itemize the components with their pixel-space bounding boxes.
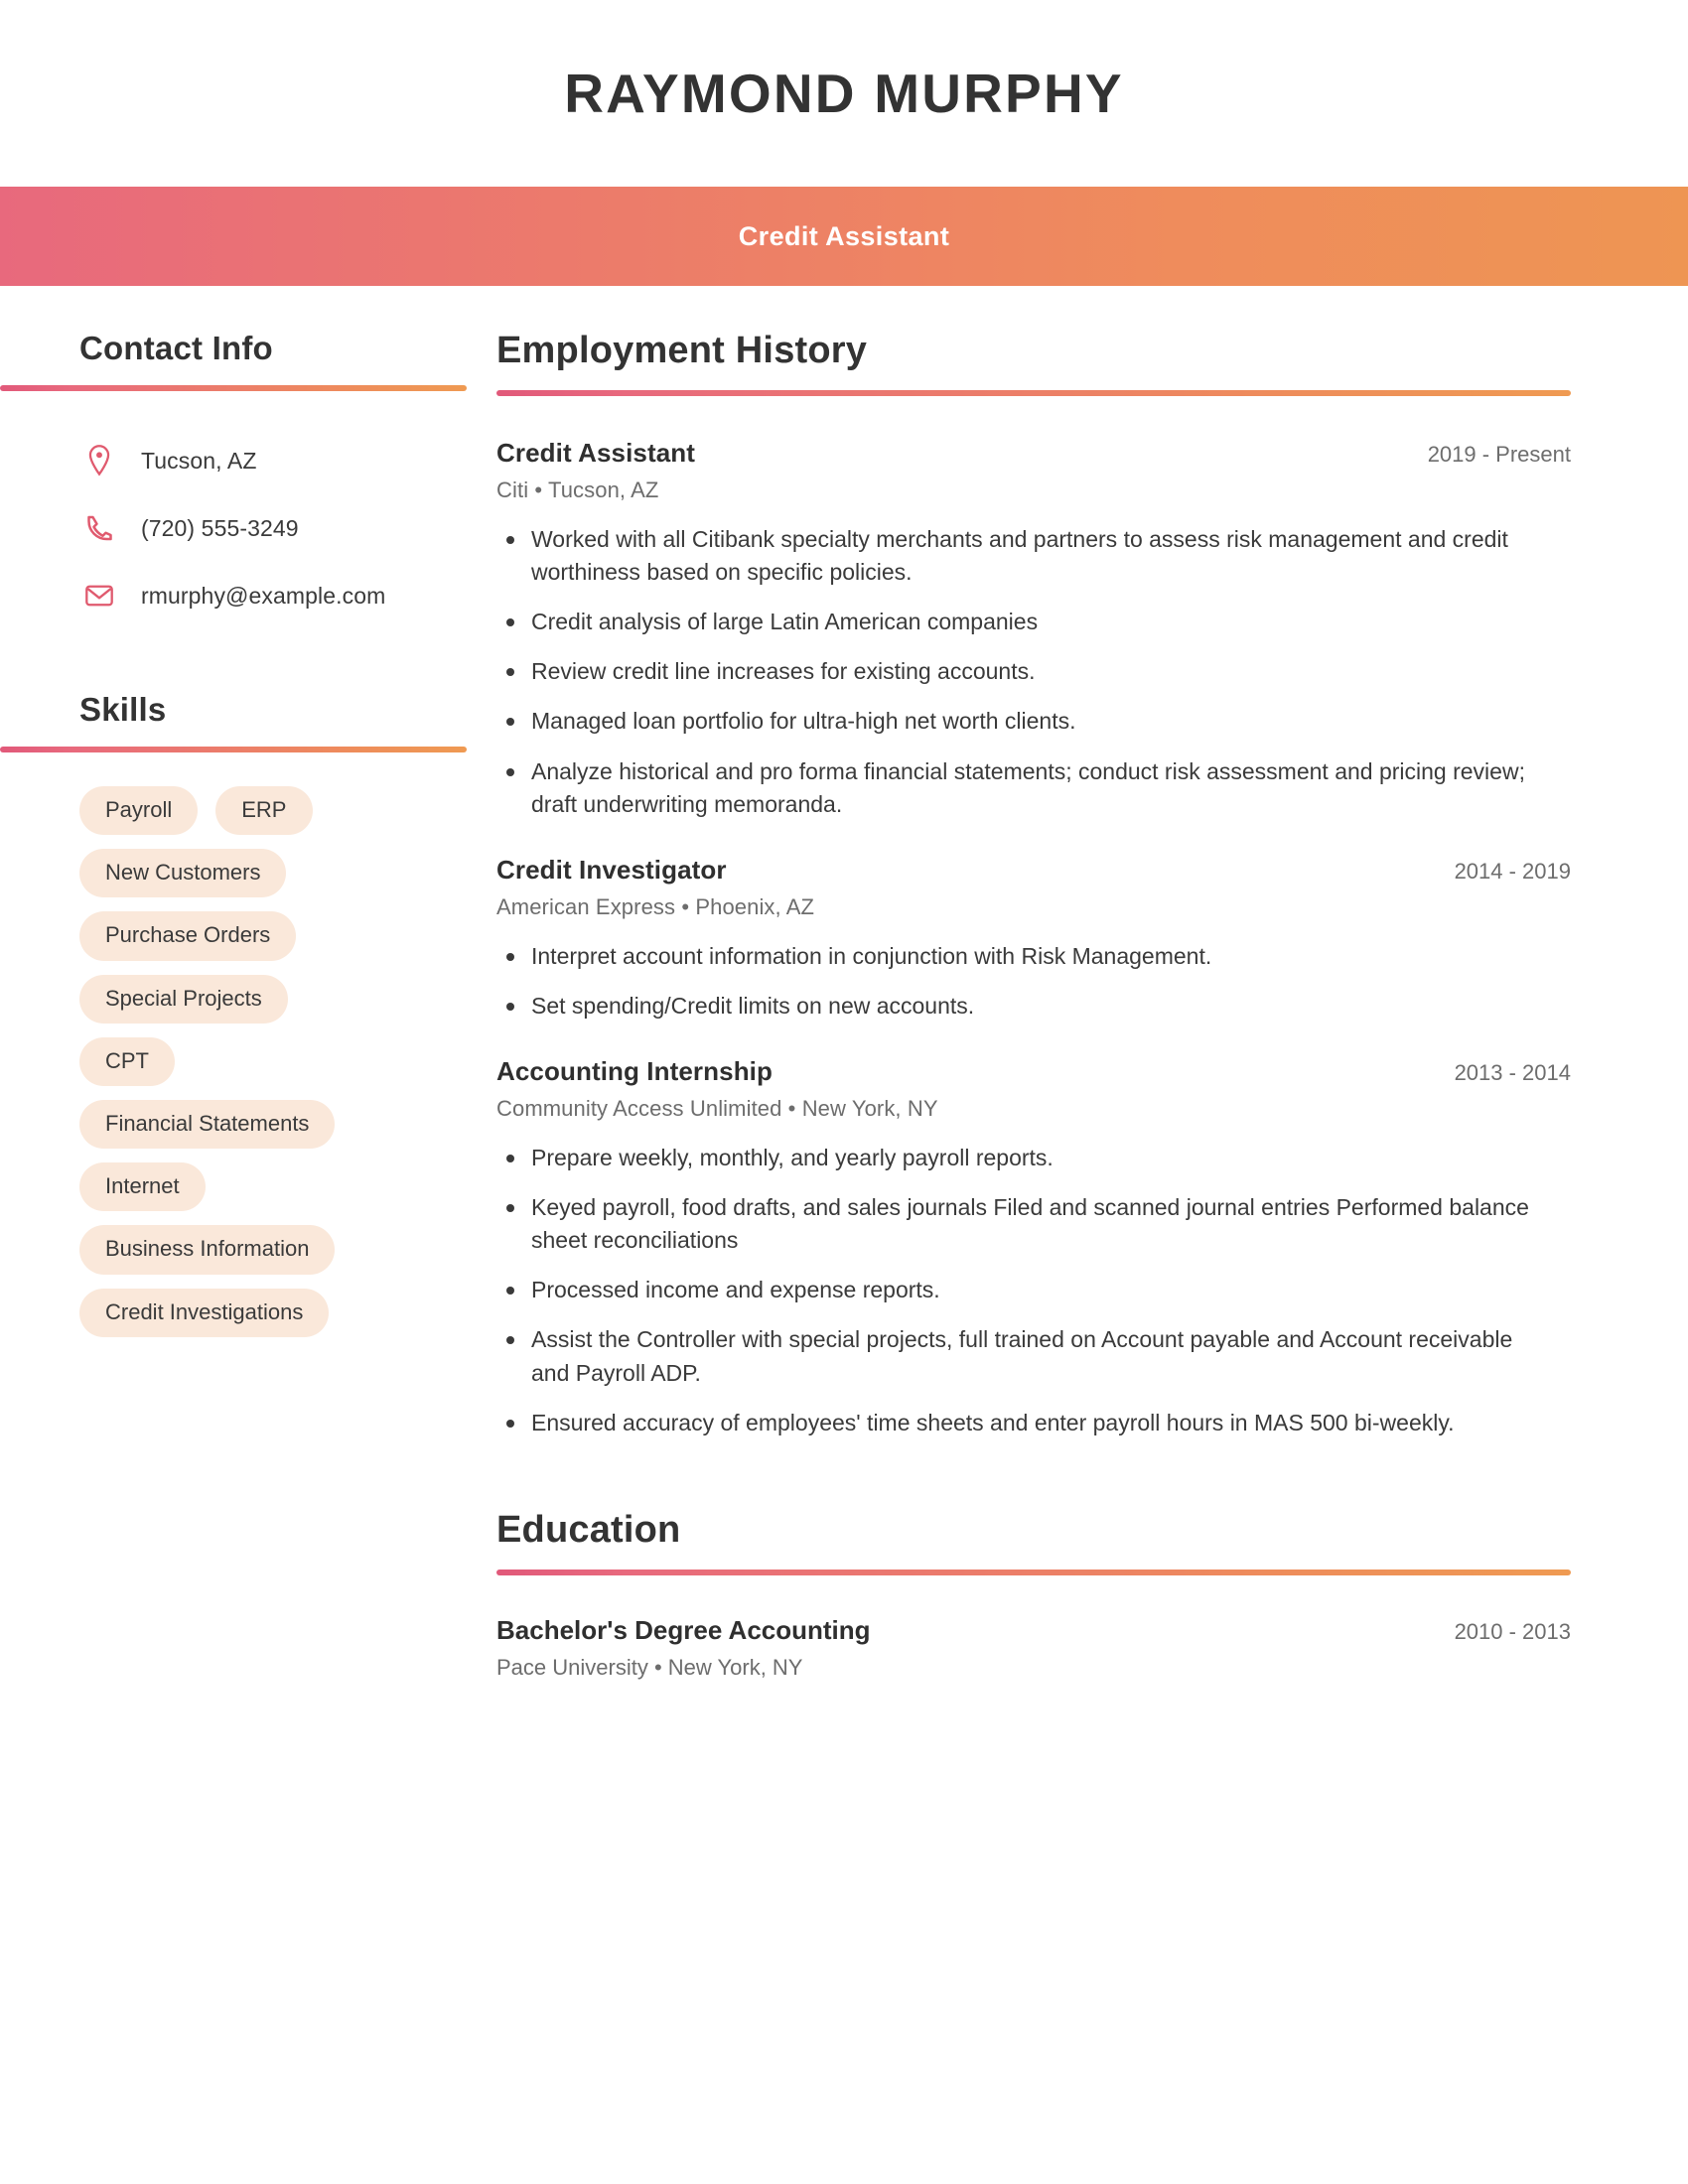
contact-phone-value: (720) 555-3249 — [141, 514, 299, 541]
skill-pill: Purchase Orders — [79, 911, 297, 961]
skills-heading: Skills — [79, 691, 167, 728]
skill-pill: Credit Investigations — [79, 1288, 330, 1337]
contact-list: Tucson, AZ (720) 555-3249 rmurphy@exampl… — [0, 427, 496, 629]
main-column: Employment History Credit Assistant 2019… — [496, 330, 1688, 1701]
phone-icon — [79, 513, 119, 543]
job-dates: 2019 - Present — [1427, 442, 1571, 467]
job-entry: Accounting Internship 2013 - 2014 Commun… — [496, 1056, 1609, 1439]
education-list: Bachelor's Degree Accounting 2010 - 2013… — [496, 1615, 1609, 1681]
employment-history-section: Employment History Credit Assistant 2019… — [496, 330, 1609, 1439]
job-bullet: Review credit line increases for existin… — [496, 655, 1529, 688]
candidate-job-title: Credit Assistant — [738, 220, 950, 251]
job-bullet: Managed loan portfolio for ultra-high ne… — [496, 705, 1529, 738]
education-heading: Education — [496, 1508, 681, 1551]
job-header: Credit Assistant 2019 - Present — [496, 438, 1571, 469]
job-bullet: Credit analysis of large Latin American … — [496, 606, 1529, 638]
job-bullet: Ensured accuracy of employees' time shee… — [496, 1407, 1529, 1439]
location-pin-icon — [79, 444, 119, 478]
job-bullet: Prepare weekly, monthly, and yearly payr… — [496, 1142, 1529, 1174]
education-divider — [496, 1569, 1571, 1575]
contact-info-divider — [0, 385, 467, 391]
resume-body: Contact Info Tucson, AZ (720) 555-3249 r… — [0, 286, 1688, 1701]
education-entry: Bachelor's Degree Accounting 2010 - 2013… — [496, 1615, 1609, 1681]
job-bullet: Processed income and expense reports. — [496, 1274, 1529, 1306]
education-school-location: Pace University • New York, NY — [496, 1654, 803, 1680]
job-title: Accounting Internship — [496, 1055, 773, 1086]
job-company-location: Citi • Tucson, AZ — [496, 478, 659, 502]
job-company-location: Community Access Unlimited • New York, N… — [496, 1095, 938, 1121]
skill-pill: New Customers — [79, 849, 287, 898]
skills-divider — [0, 747, 467, 752]
job-bullets: Interpret account information in conjunc… — [496, 940, 1609, 1023]
job-dates: 2013 - 2014 — [1454, 1059, 1571, 1085]
job-header: Credit Investigator 2014 - 2019 — [496, 855, 1571, 886]
contact-location-value: Tucson, AZ — [141, 447, 257, 474]
job-dates: 2014 - 2019 — [1454, 858, 1571, 884]
job-bullet: Analyze historical and pro forma financi… — [496, 755, 1529, 821]
skill-pill: Internet — [79, 1162, 206, 1212]
skill-pill: Business Information — [79, 1225, 336, 1275]
contact-info-section: Contact Info Tucson, AZ (720) 555-3249 r… — [0, 330, 496, 629]
contact-info-heading: Contact Info — [79, 330, 273, 366]
employment-history-divider — [496, 390, 1571, 396]
job-bullets: Prepare weekly, monthly, and yearly payr… — [496, 1142, 1609, 1439]
contact-item-location[interactable]: Tucson, AZ — [79, 427, 496, 494]
employment-history-heading: Employment History — [496, 330, 868, 371]
job-title-banner: Credit Assistant — [0, 187, 1688, 286]
job-bullet: Keyed payroll, food drafts, and sales jo… — [496, 1191, 1529, 1257]
candidate-name: RAYMOND MURPHY — [564, 62, 1124, 124]
job-title: Credit Assistant — [496, 438, 696, 468]
education-section: Education Bachelor's Degree Accounting 2… — [496, 1509, 1609, 1681]
jobs-list: Credit Assistant 2019 - Present Citi • T… — [496, 438, 1609, 1439]
job-entry: Credit Assistant 2019 - Present Citi • T… — [496, 438, 1609, 821]
contact-item-phone[interactable]: (720) 555-3249 — [79, 494, 496, 562]
job-bullet: Assist the Controller with special proje… — [496, 1323, 1529, 1389]
job-bullet: Interpret account information in conjunc… — [496, 940, 1529, 973]
contact-email-value: rmurphy@example.com — [141, 582, 386, 609]
job-title: Credit Investigator — [496, 854, 727, 885]
skill-pill: Payroll — [79, 786, 199, 836]
contact-item-email[interactable]: rmurphy@example.com — [79, 562, 496, 629]
education-header: Bachelor's Degree Accounting 2010 - 2013 — [496, 1615, 1571, 1646]
education-degree: Bachelor's Degree Accounting — [496, 1614, 871, 1645]
skill-pill: Financial Statements — [79, 1099, 336, 1150]
job-header: Accounting Internship 2013 - 2014 — [496, 1056, 1571, 1087]
skills-list: Payroll ERP New Customers Purchase Order… — [0, 786, 417, 1337]
resume-header: RAYMOND MURPHY — [0, 0, 1688, 187]
skill-pill: Special Projects — [79, 974, 288, 1024]
job-company-location: American Express • Phoenix, AZ — [496, 893, 815, 919]
job-entry: Credit Investigator 2014 - 2019 American… — [496, 855, 1609, 1023]
sidebar: Contact Info Tucson, AZ (720) 555-3249 r… — [0, 330, 496, 1337]
job-bullets: Worked with all Citibank specialty merch… — [496, 523, 1609, 821]
job-bullet: Worked with all Citibank specialty merch… — [496, 523, 1529, 589]
skill-pill: CPT — [79, 1036, 175, 1086]
education-dates: 2010 - 2013 — [1454, 1618, 1571, 1644]
skills-section: Skills Payroll ERP New Customers Purchas… — [0, 691, 496, 1337]
job-bullet: Set spending/Credit limits on new accoun… — [496, 990, 1529, 1023]
envelope-icon — [79, 583, 119, 609]
skill-pill: ERP — [215, 786, 313, 836]
